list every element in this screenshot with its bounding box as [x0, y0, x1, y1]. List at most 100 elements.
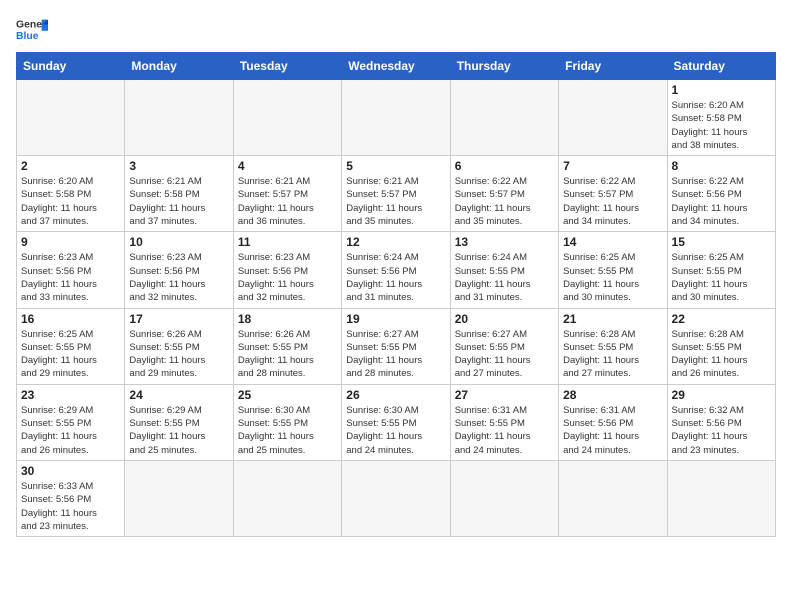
cell-info: Sunrise: 6:25 AM Sunset: 5:55 PM Dayligh…	[21, 328, 120, 381]
calendar-cell: 20 Sunrise: 6:27 AM Sunset: 5:55 PM Dayli…	[450, 308, 558, 384]
calendar-cell: 24 Sunrise: 6:29 AM Sunset: 5:55 PM Dayli…	[125, 384, 233, 460]
day-number: 8	[672, 159, 771, 173]
calendar-cell: 21 Sunrise: 6:28 AM Sunset: 5:55 PM Dayli…	[559, 308, 667, 384]
header: General Blue	[16, 16, 776, 44]
cell-info: Sunrise: 6:21 AM Sunset: 5:57 PM Dayligh…	[346, 175, 445, 228]
calendar-cell: 2 Sunrise: 6:20 AM Sunset: 5:58 PM Daylig…	[17, 156, 125, 232]
day-number: 18	[238, 312, 337, 326]
cell-info: Sunrise: 6:22 AM Sunset: 5:57 PM Dayligh…	[563, 175, 662, 228]
day-number: 10	[129, 235, 228, 249]
calendar-cell: 22Sunrise: 6:28 AM Sunset: 5:55 PM Dayli…	[667, 308, 775, 384]
weekday-header: Saturday	[667, 53, 775, 80]
day-number: 3	[129, 159, 228, 173]
calendar-cell: 25 Sunrise: 6:30 AM Sunset: 5:55 PM Dayli…	[233, 384, 341, 460]
calendar-cell: 30 Sunrise: 6:33 AM Sunset: 5:56 PM Dayli…	[17, 460, 125, 536]
cell-info: Sunrise: 6:28 AM Sunset: 5:55 PM Dayligh…	[563, 328, 662, 381]
day-number: 13	[455, 235, 554, 249]
weekday-header: Tuesday	[233, 53, 341, 80]
cell-info: Sunrise: 6:30 AM Sunset: 5:55 PM Dayligh…	[238, 404, 337, 457]
page: General Blue SundayMondayTuesdayWednesda…	[0, 0, 792, 545]
cell-info: Sunrise: 6:20 AM Sunset: 5:58 PM Dayligh…	[21, 175, 120, 228]
cell-info: Sunrise: 6:29 AM Sunset: 5:55 PM Dayligh…	[21, 404, 120, 457]
cell-info: Sunrise: 6:28 AM Sunset: 5:55 PM Dayligh…	[672, 328, 771, 381]
calendar-cell	[233, 80, 341, 156]
day-number: 6	[455, 159, 554, 173]
cell-info: Sunrise: 6:29 AM Sunset: 5:55 PM Dayligh…	[129, 404, 228, 457]
calendar-cell: 4Sunrise: 6:21 AM Sunset: 5:57 PM Daylig…	[233, 156, 341, 232]
day-number: 17	[129, 312, 228, 326]
calendar-cell	[559, 460, 667, 536]
calendar-cell	[450, 460, 558, 536]
calendar-cell: 26 Sunrise: 6:30 AM Sunset: 5:55 PM Dayli…	[342, 384, 450, 460]
day-number: 26	[346, 388, 445, 402]
calendar-cell: 23 Sunrise: 6:29 AM Sunset: 5:55 PM Dayli…	[17, 384, 125, 460]
calendar-cell: 5 Sunrise: 6:21 AM Sunset: 5:57 PM Daylig…	[342, 156, 450, 232]
general-blue-logo-icon: General Blue	[16, 16, 48, 44]
calendar-cell: 18 Sunrise: 6:26 AM Sunset: 5:55 PM Dayli…	[233, 308, 341, 384]
weekday-header: Wednesday	[342, 53, 450, 80]
day-number: 5	[346, 159, 445, 173]
weekday-header: Thursday	[450, 53, 558, 80]
day-number: 21	[563, 312, 662, 326]
calendar-cell	[450, 80, 558, 156]
svg-text:Blue: Blue	[16, 31, 39, 42]
cell-info: Sunrise: 6:24 AM Sunset: 5:56 PM Dayligh…	[346, 251, 445, 304]
calendar-cell: 17Sunrise: 6:26 AM Sunset: 5:55 PM Dayli…	[125, 308, 233, 384]
calendar-cell: 16 Sunrise: 6:25 AM Sunset: 5:55 PM Dayli…	[17, 308, 125, 384]
calendar-cell: 6 Sunrise: 6:22 AM Sunset: 5:57 PM Daylig…	[450, 156, 558, 232]
cell-info: Sunrise: 6:32 AM Sunset: 5:56 PM Dayligh…	[672, 404, 771, 457]
weekday-header: Sunday	[17, 53, 125, 80]
day-number: 20	[455, 312, 554, 326]
cell-info: Sunrise: 6:21 AM Sunset: 5:58 PM Dayligh…	[129, 175, 228, 228]
cell-info: Sunrise: 6:33 AM Sunset: 5:56 PM Dayligh…	[21, 480, 120, 533]
calendar-cell	[667, 460, 775, 536]
cell-info: Sunrise: 6:27 AM Sunset: 5:55 PM Dayligh…	[346, 328, 445, 381]
day-number: 30	[21, 464, 120, 478]
day-number: 16	[21, 312, 120, 326]
cell-info: Sunrise: 6:26 AM Sunset: 5:55 PM Dayligh…	[238, 328, 337, 381]
day-number: 23	[21, 388, 120, 402]
cell-info: Sunrise: 6:20 AM Sunset: 5:58 PM Dayligh…	[672, 99, 771, 152]
calendar-cell	[125, 460, 233, 536]
calendar-cell: 10 Sunrise: 6:23 AM Sunset: 5:56 PM Dayli…	[125, 232, 233, 308]
calendar-cell: 28 Sunrise: 6:31 AM Sunset: 5:56 PM Dayli…	[559, 384, 667, 460]
day-number: 28	[563, 388, 662, 402]
cell-info: Sunrise: 6:25 AM Sunset: 5:55 PM Dayligh…	[672, 251, 771, 304]
cell-info: Sunrise: 6:23 AM Sunset: 5:56 PM Dayligh…	[129, 251, 228, 304]
cell-info: Sunrise: 6:22 AM Sunset: 5:57 PM Dayligh…	[455, 175, 554, 228]
day-number: 24	[129, 388, 228, 402]
cell-info: Sunrise: 6:27 AM Sunset: 5:55 PM Dayligh…	[455, 328, 554, 381]
day-number: 15	[672, 235, 771, 249]
day-number: 2	[21, 159, 120, 173]
calendar-cell: 19 Sunrise: 6:27 AM Sunset: 5:55 PM Dayli…	[342, 308, 450, 384]
calendar-cell	[342, 460, 450, 536]
calendar-cell	[17, 80, 125, 156]
day-number: 14	[563, 235, 662, 249]
calendar-cell: 27Sunrise: 6:31 AM Sunset: 5:55 PM Dayli…	[450, 384, 558, 460]
day-number: 9	[21, 235, 120, 249]
calendar: SundayMondayTuesdayWednesdayThursdayFrid…	[16, 52, 776, 537]
cell-info: Sunrise: 6:31 AM Sunset: 5:56 PM Dayligh…	[563, 404, 662, 457]
cell-info: Sunrise: 6:30 AM Sunset: 5:55 PM Dayligh…	[346, 404, 445, 457]
day-number: 29	[672, 388, 771, 402]
calendar-cell: 8 Sunrise: 6:22 AM Sunset: 5:56 PM Daylig…	[667, 156, 775, 232]
day-number: 25	[238, 388, 337, 402]
cell-info: Sunrise: 6:22 AM Sunset: 5:56 PM Dayligh…	[672, 175, 771, 228]
logo: General Blue	[16, 16, 48, 44]
day-number: 19	[346, 312, 445, 326]
weekday-header: Friday	[559, 53, 667, 80]
day-number: 11	[238, 235, 337, 249]
calendar-cell: 13Sunrise: 6:24 AM Sunset: 5:55 PM Dayli…	[450, 232, 558, 308]
cell-info: Sunrise: 6:23 AM Sunset: 5:56 PM Dayligh…	[21, 251, 120, 304]
calendar-cell	[342, 80, 450, 156]
day-number: 7	[563, 159, 662, 173]
calendar-cell: 29 Sunrise: 6:32 AM Sunset: 5:56 PM Dayli…	[667, 384, 775, 460]
calendar-cell	[125, 80, 233, 156]
weekday-header: Monday	[125, 53, 233, 80]
calendar-cell: 1Sunrise: 6:20 AM Sunset: 5:58 PM Daylig…	[667, 80, 775, 156]
calendar-cell: 9 Sunrise: 6:23 AM Sunset: 5:56 PM Daylig…	[17, 232, 125, 308]
calendar-cell: 11Sunrise: 6:23 AM Sunset: 5:56 PM Dayli…	[233, 232, 341, 308]
calendar-cell: 3 Sunrise: 6:21 AM Sunset: 5:58 PM Daylig…	[125, 156, 233, 232]
day-number: 4	[238, 159, 337, 173]
calendar-cell: 12Sunrise: 6:24 AM Sunset: 5:56 PM Dayli…	[342, 232, 450, 308]
